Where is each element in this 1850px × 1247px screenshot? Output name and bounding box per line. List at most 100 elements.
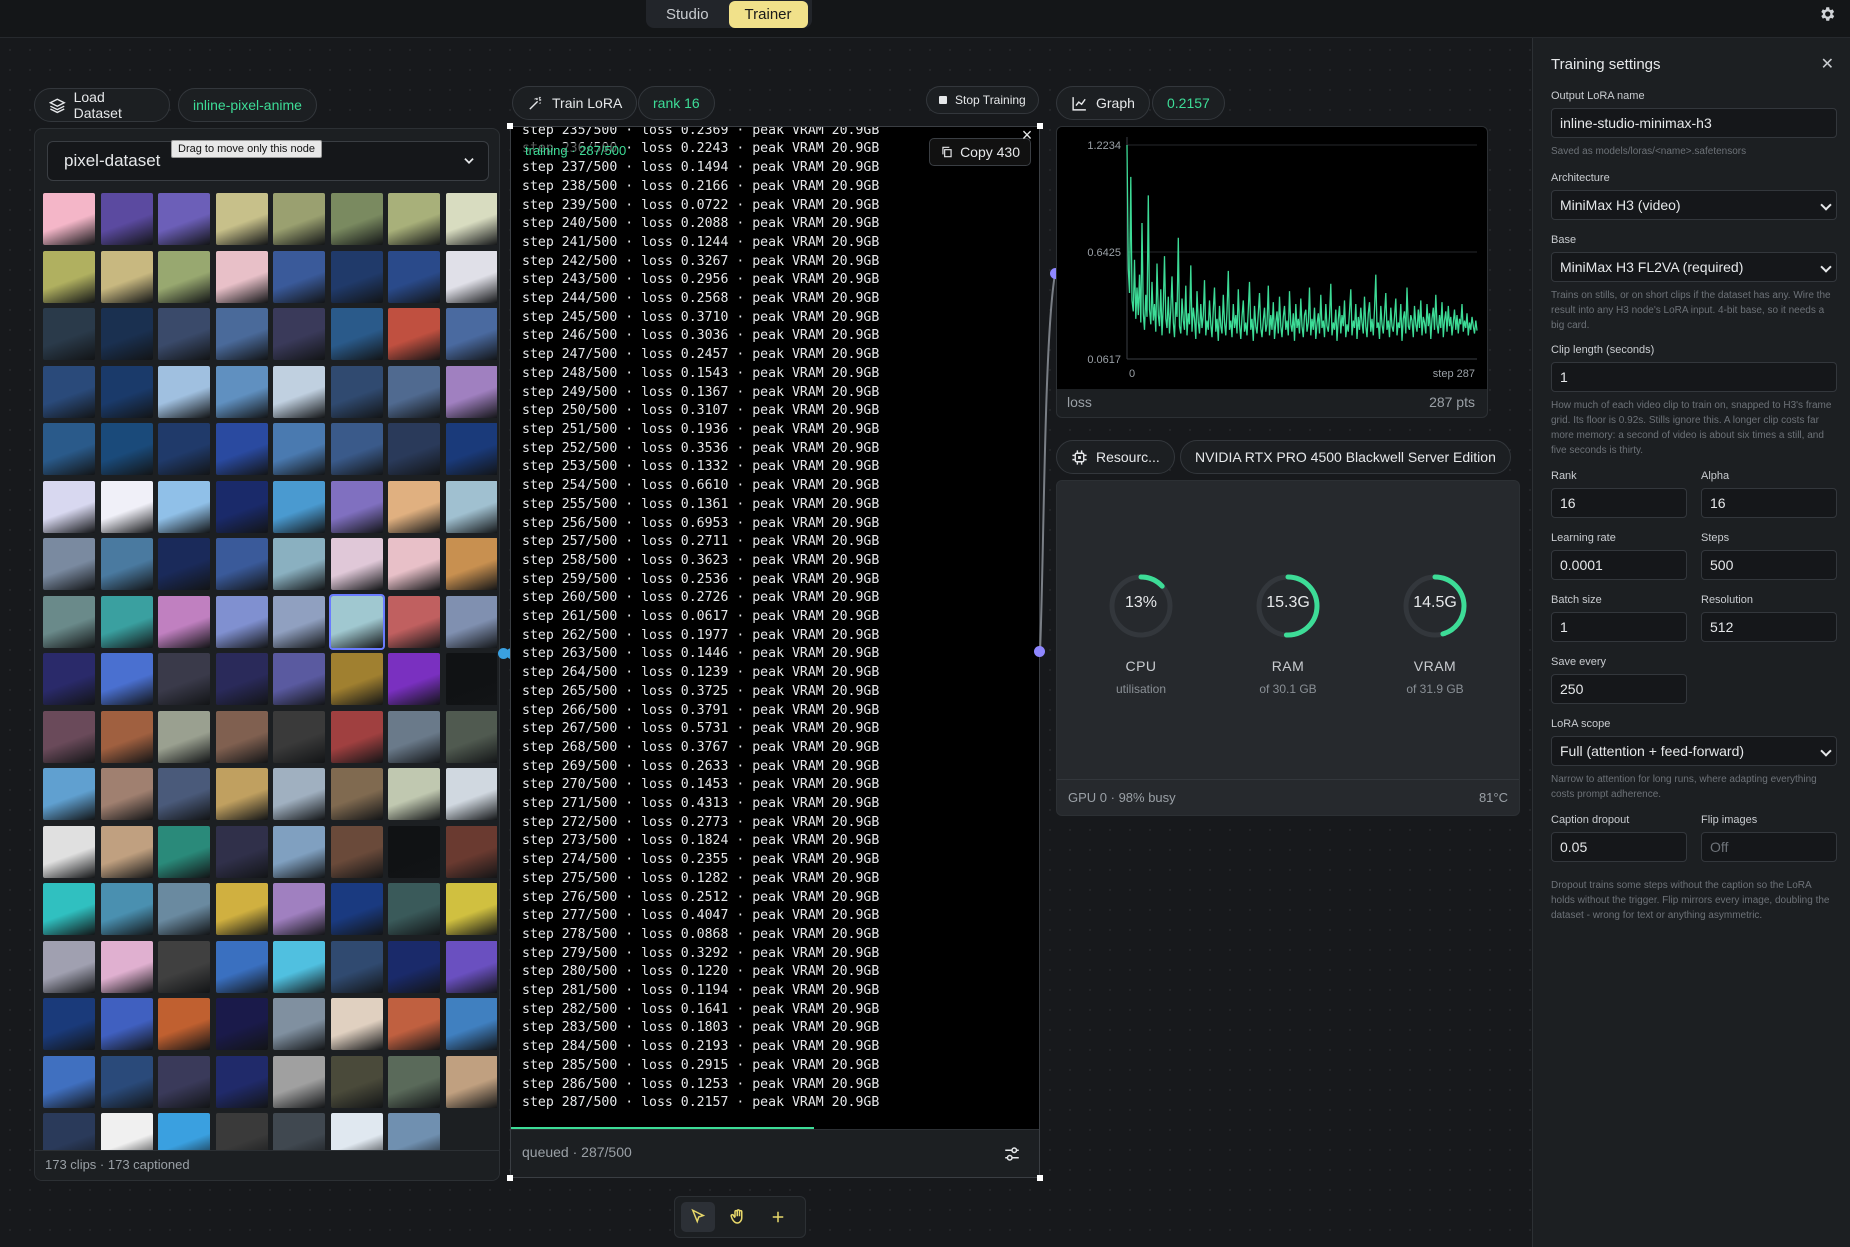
output-name-input[interactable]: inline-studio-minimax-h3 <box>1551 108 1837 138</box>
dataset-thumbnail[interactable] <box>100 308 153 360</box>
dataset-thumbnail[interactable] <box>215 998 268 1050</box>
load-dataset-title[interactable]: Load Dataset <box>34 88 170 122</box>
dataset-thumbnail[interactable] <box>330 538 383 590</box>
dataset-thumbnail[interactable] <box>330 998 383 1050</box>
steps-input[interactable]: 500 <box>1701 550 1837 580</box>
dataset-thumbnail[interactable] <box>445 768 497 820</box>
dataset-thumbnail[interactable] <box>43 825 95 878</box>
stop-training-button[interactable]: Stop Training <box>926 86 1039 114</box>
dataset-thumbnail[interactable] <box>330 883 383 935</box>
dataset-thumbnail[interactable] <box>100 193 153 245</box>
pan-tool-button[interactable] <box>721 1202 755 1232</box>
dataset-thumbnail[interactable] <box>388 250 440 303</box>
dataset-thumbnail[interactable] <box>445 653 497 705</box>
resize-handle[interactable] <box>1037 1175 1043 1181</box>
dataset-thumbnail[interactable] <box>273 365 325 418</box>
dataset-thumbnail[interactable] <box>273 1055 325 1108</box>
dataset-thumbnail[interactable] <box>215 538 268 590</box>
learning-rate-input[interactable]: 0.0001 <box>1551 550 1687 580</box>
dataset-thumbnail[interactable] <box>330 653 383 705</box>
dataset-thumbnail[interactable] <box>330 365 383 418</box>
dataset-thumbnail[interactable] <box>100 940 153 993</box>
dataset-thumbnail[interactable] <box>158 595 210 648</box>
dataset-thumbnail[interactable] <box>445 883 497 935</box>
dataset-thumbnail[interactable] <box>273 710 325 763</box>
dataset-thumbnail[interactable] <box>100 998 153 1050</box>
dataset-thumbnail[interactable] <box>330 1055 383 1108</box>
dataset-thumbnail[interactable] <box>100 365 153 418</box>
dataset-thumbnail[interactable] <box>215 308 268 360</box>
dataset-thumbnail[interactable] <box>330 940 383 993</box>
dataset-thumbnail[interactable] <box>273 250 325 303</box>
dataset-thumbnail[interactable] <box>215 825 268 878</box>
dataset-thumbnail[interactable] <box>330 308 383 360</box>
dataset-thumbnail[interactable] <box>388 595 440 648</box>
dataset-thumbnail[interactable] <box>330 825 383 878</box>
dataset-thumbnail[interactable] <box>388 480 440 533</box>
tab-trainer[interactable]: Trainer <box>728 0 808 28</box>
dataset-thumbnail[interactable] <box>330 1113 383 1151</box>
dataset-thumbnail[interactable] <box>158 710 210 763</box>
dataset-thumbnail[interactable] <box>445 480 497 533</box>
dataset-thumbnail[interactable] <box>388 1113 440 1151</box>
dataset-thumbnail[interactable] <box>158 308 210 360</box>
sliders-icon[interactable] <box>1003 1145 1021 1163</box>
loss-graph-node[interactable]: 1.2234 0.6425 0.0617 0 step 287 loss 287… <box>1056 126 1488 418</box>
dataset-thumbnail[interactable] <box>330 710 383 763</box>
dataset-thumbnail[interactable] <box>273 423 325 475</box>
dataset-thumbnail[interactable] <box>330 768 383 820</box>
dataset-thumbnail[interactable] <box>328 593 385 650</box>
select-tool-button[interactable] <box>681 1202 715 1232</box>
resources-title[interactable]: Resourc... <box>1056 440 1175 474</box>
dataset-thumbnail[interactable] <box>273 825 325 878</box>
dataset-thumbnail[interactable] <box>445 998 497 1050</box>
dataset-thumbnail[interactable] <box>388 193 440 245</box>
dataset-thumbnail[interactable] <box>100 710 153 763</box>
dataset-thumbnail[interactable] <box>43 653 95 705</box>
dataset-thumbnail[interactable] <box>158 825 210 878</box>
dataset-thumbnail[interactable] <box>43 998 95 1050</box>
batch-size-input[interactable]: 1 <box>1551 612 1687 642</box>
dataset-thumbnail[interactable] <box>100 423 153 475</box>
dataset-thumbnail[interactable] <box>158 883 210 935</box>
dataset-thumbnail[interactable] <box>330 480 383 533</box>
dataset-thumbnail[interactable] <box>388 423 440 475</box>
dataset-thumbnail[interactable] <box>388 538 440 590</box>
dataset-thumbnail[interactable] <box>158 480 210 533</box>
dataset-thumbnail[interactable] <box>388 365 440 418</box>
resolution-input[interactable]: 512 <box>1701 612 1837 642</box>
dataset-thumbnail[interactable] <box>158 538 210 590</box>
dataset-thumbnail[interactable] <box>100 883 153 935</box>
training-log-node[interactable]: step 234/500 · loss 0.2251 · peak VRAM 2… <box>510 126 1040 1178</box>
dataset-thumbnail[interactable] <box>158 1113 210 1151</box>
dataset-thumbnail[interactable] <box>445 193 497 245</box>
dataset-thumbnail[interactable] <box>215 1113 268 1151</box>
dataset-thumbnail[interactable] <box>273 998 325 1050</box>
dataset-thumbnail[interactable] <box>215 710 268 763</box>
dataset-thumbnail[interactable] <box>43 940 95 993</box>
dataset-thumbnail[interactable] <box>330 423 383 475</box>
dataset-thumbnail[interactable] <box>100 250 153 303</box>
dataset-thumbnail[interactable] <box>158 768 210 820</box>
dataset-thumbnail[interactable] <box>330 193 383 245</box>
train-output-port[interactable] <box>1034 646 1045 657</box>
dataset-thumbnail[interactable] <box>100 768 153 820</box>
dataset-thumbnail[interactable] <box>43 423 95 475</box>
dataset-thumbnail[interactable] <box>273 1113 325 1151</box>
dataset-thumbnail[interactable] <box>215 653 268 705</box>
clip-length-input[interactable]: 1 <box>1551 362 1837 392</box>
dataset-thumbnail[interactable] <box>445 365 497 418</box>
dataset-thumbnail[interactable] <box>445 538 497 590</box>
dataset-thumbnail[interactable] <box>445 250 497 303</box>
add-node-button[interactable] <box>761 1202 795 1232</box>
dataset-thumbnail[interactable] <box>388 653 440 705</box>
dataset-thumbnail[interactable] <box>273 883 325 935</box>
dataset-thumbnail[interactable] <box>445 710 497 763</box>
dataset-thumbnail[interactable] <box>43 710 95 763</box>
dataset-thumbnail[interactable] <box>215 365 268 418</box>
dataset-thumbnail[interactable] <box>43 1055 95 1108</box>
dataset-thumbnail[interactable] <box>273 653 325 705</box>
dataset-thumbnail[interactable] <box>273 193 325 245</box>
dataset-thumbnail[interactable] <box>445 423 497 475</box>
caption-dropout-input[interactable]: 0.05 <box>1551 832 1687 862</box>
